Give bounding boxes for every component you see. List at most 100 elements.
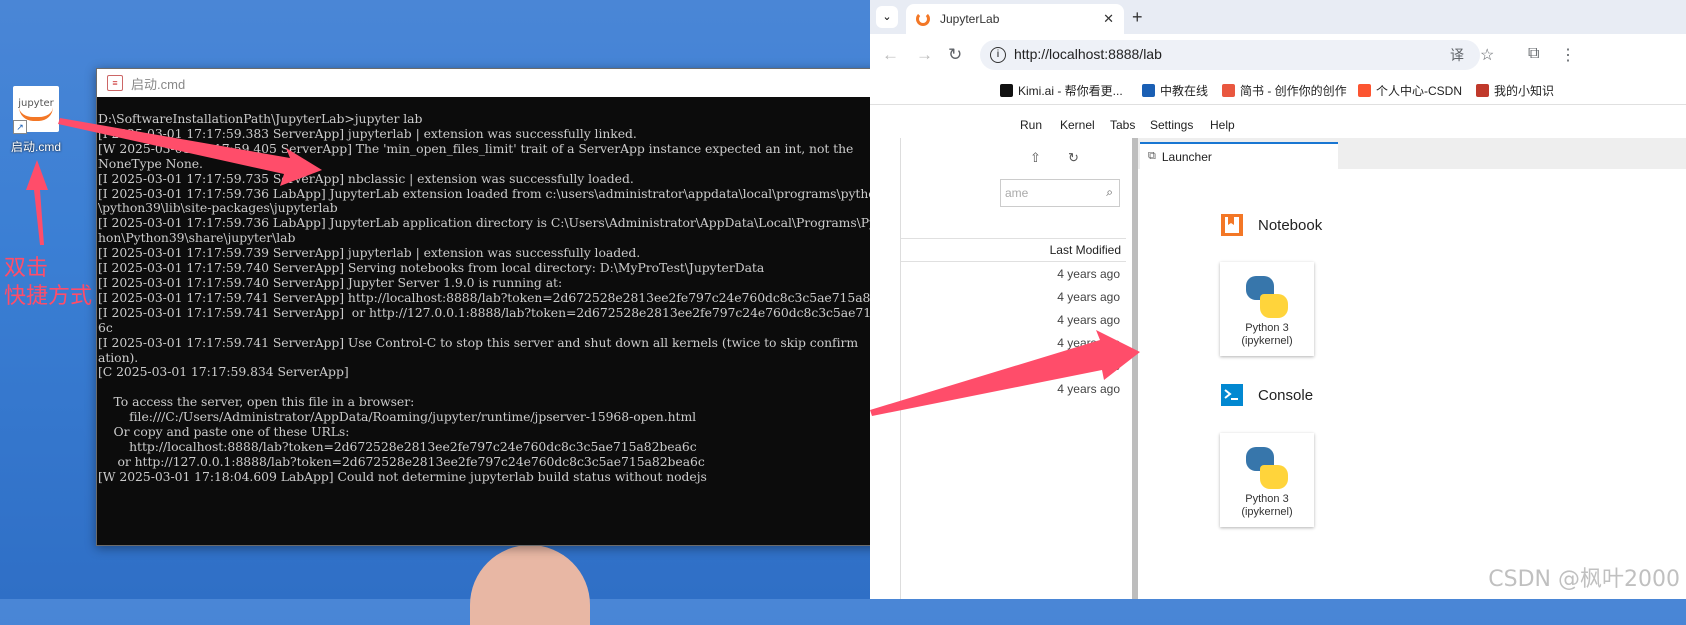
watermark: CSDN @枫叶2000	[1488, 567, 1680, 592]
bookmark-star-icon[interactable]: ☆	[1480, 45, 1494, 65]
cmd-app-icon: ≡	[107, 75, 123, 91]
console-section-title: Console	[1258, 386, 1314, 404]
notebook-python3-card[interactable]: Python 3 (ipykernel)	[1220, 262, 1314, 356]
file-row-modified[interactable]: 4 years ago	[1057, 267, 1120, 281]
menu-run[interactable]: Run	[1020, 118, 1042, 132]
back-icon[interactable]: ←	[882, 45, 899, 65]
bookmark-item[interactable]: 简书 - 创作你的创作	[1222, 82, 1347, 99]
console-line: NoneType None.	[98, 155, 203, 171]
last-modified-label: Last Modified	[1049, 243, 1121, 257]
bookmark-favicon-icon	[1000, 84, 1013, 97]
kernel-sub: (ipykernel)	[1241, 506, 1293, 518]
bookmark-favicon-icon	[1476, 84, 1489, 97]
bookmark-favicon-icon	[1222, 84, 1235, 97]
bookmark-favicon-icon	[1358, 84, 1371, 97]
address-bar[interactable]: i http://localhost:8888/lab	[980, 40, 1480, 70]
console-line: \python39\lib\site-packages\jupyterlab	[98, 200, 338, 216]
tab-launcher[interactable]: ⧉ Launcher	[1140, 142, 1338, 169]
console-line: http://localhost:8888/lab?token=2d672528…	[98, 438, 697, 454]
tab-search-icon[interactable]: ⌄	[876, 6, 898, 28]
console-line: [I 2025-03-01 17:17:59.740 ServerApp] Se…	[98, 260, 765, 276]
site-info-icon[interactable]: i	[990, 47, 1006, 63]
last-modified-header[interactable]: Last Modified	[900, 238, 1126, 262]
console-line: [I 2025-03-01 17:17:59.741 ServerApp] ht…	[98, 289, 916, 305]
refresh-icon[interactable]: ↻	[1068, 150, 1079, 166]
kernel-name: Python 3	[1245, 322, 1289, 334]
menu-settings[interactable]: Settings	[1150, 118, 1193, 132]
console-line: Or copy and paste one of these URLs:	[98, 424, 350, 440]
tab-title: JupyterLab	[940, 12, 1000, 26]
notebook-section-header: Notebook	[1220, 213, 1322, 237]
file-row-modified[interactable]: 4 years ago	[1057, 290, 1120, 304]
kernel-name: Python 3	[1245, 493, 1289, 505]
notebook-section-title: Notebook	[1258, 216, 1323, 234]
jupyterlab-menubar: Run Kernel Tabs Settings Help	[870, 114, 1686, 139]
menu-help[interactable]: Help	[1210, 118, 1235, 132]
filter-input[interactable]: ame ⌕	[1000, 179, 1120, 207]
browser-window: ⌄ JupyterLab ✕ + ← → ↻ i http://localhos…	[870, 0, 1686, 599]
console-icon	[1221, 384, 1243, 406]
filter-placeholder: ame	[1005, 186, 1029, 200]
console-output[interactable]: D:\SoftwareInstallationPath\JupyterLab>j…	[97, 97, 991, 545]
console-line: [W 2025-03-01 17:17:59.405 ServerApp] Th…	[98, 140, 854, 156]
url-text: http://localhost:8888/lab	[1014, 46, 1162, 62]
file-browser-panel: ⇧ ↻ ame ⌕ Last Modified 4 years ago 4 yea…	[870, 138, 1138, 599]
console-python3-card[interactable]: Python 3 (ipykernel)	[1220, 433, 1314, 527]
bookmark-label: Kimi.ai - 帮你看更...	[1018, 84, 1123, 98]
navigation-bar: ← → ↻ i http://localhost:8888/lab 译 ☆ ⧉ …	[870, 34, 1686, 76]
forward-icon[interactable]: →	[916, 45, 933, 65]
translate-icon[interactable]: 译	[1450, 45, 1464, 65]
bookmark-item[interactable]: 我的小知识	[1476, 82, 1554, 99]
python-logo-icon	[1246, 276, 1288, 318]
upload-icon[interactable]: ⇧	[1030, 150, 1041, 166]
reload-icon[interactable]: ↻	[948, 45, 962, 65]
console-line: [I 2025-03-01 17:17:59.383 ServerApp] ju…	[98, 125, 637, 141]
console-line: [C 2025-03-01 17:17:59.834 ServerApp]	[98, 364, 349, 380]
bookmark-label: 我的小知识	[1494, 84, 1555, 98]
console-line: or http://127.0.0.1:8888/lab?token=2d672…	[98, 453, 705, 469]
extensions-icon[interactable]: ⧉	[1528, 45, 1539, 63]
wallpaper-figure	[470, 545, 590, 625]
left-sidebar-strip	[870, 138, 901, 599]
notebook-icon	[1221, 214, 1243, 236]
bookmark-item[interactable]: Kimi.ai - 帮你看更...	[1000, 82, 1123, 99]
search-icon: ⌕	[1106, 185, 1113, 199]
console-line: [I 2025-03-01 17:17:59.739 ServerApp] ju…	[98, 245, 641, 261]
file-row-modified[interactable]: 4 years ago	[1057, 382, 1120, 396]
launcher-icon: ⧉	[1148, 150, 1156, 162]
jupyter-icon: jupyter ↗	[13, 86, 59, 134]
new-tab-icon[interactable]: +	[1132, 7, 1143, 28]
menu-kernel[interactable]: Kernel	[1060, 118, 1095, 132]
jupyter-logo-icon	[916, 12, 930, 26]
desktop-shortcut-startcmd[interactable]: jupyter ↗ 启动.cmd	[8, 86, 64, 155]
bookmark-item[interactable]: 个人中心-CSDN	[1358, 82, 1462, 99]
arrow-up-to-icon	[26, 160, 48, 245]
file-row-modified[interactable]: 4 years ago	[1057, 359, 1120, 373]
close-tab-icon[interactable]: ✕	[1103, 11, 1114, 27]
tab-jupyterlab[interactable]: JupyterLab ✕	[906, 4, 1124, 34]
tab-strip: ⌄ JupyterLab ✕ +	[870, 0, 1686, 34]
console-line: [I 2025-03-01 17:17:59.736 LabApp] Jupyt…	[98, 185, 884, 201]
desktop-shortcut-label: 启动.cmd	[10, 140, 61, 154]
console-line: ation).	[98, 349, 139, 365]
console-section-header: Console	[1220, 383, 1313, 407]
bookmark-favicon-icon	[1142, 84, 1155, 97]
console-line: D:\SoftwareInstallationPath\JupyterLab>j…	[98, 111, 423, 126]
annotation-text: 双击 快捷方式	[4, 256, 93, 309]
file-row-modified[interactable]: 4 years ago	[1057, 313, 1120, 327]
launcher-tab-label: Launcher	[1161, 149, 1212, 164]
console-line: [I 2025-03-01 17:17:59.741 ServerApp] Us…	[98, 334, 859, 350]
python-logo-icon	[1246, 447, 1288, 489]
console-line: hon\Python39\share\jupyter\lab	[98, 230, 296, 246]
file-row-modified[interactable]: 4 years ago	[1057, 336, 1120, 350]
bookmark-item[interactable]: 中教在线	[1142, 82, 1208, 99]
console-line: To access the server, open this file in …	[98, 394, 415, 410]
console-line: 6c	[98, 319, 113, 335]
bookmark-label: 简书 - 创作你的创作	[1240, 84, 1347, 98]
bookmark-label: 中教在线	[1160, 84, 1209, 98]
menu-icon[interactable]: ⋮	[1560, 45, 1576, 65]
main-dock-area: ⧉ Launcher Notebook Python 3 (ipykernel)	[1138, 138, 1686, 599]
menu-tabs[interactable]: Tabs	[1110, 118, 1135, 132]
console-line: [W 2025-03-01 17:18:04.609 LabApp] Could…	[98, 468, 707, 484]
